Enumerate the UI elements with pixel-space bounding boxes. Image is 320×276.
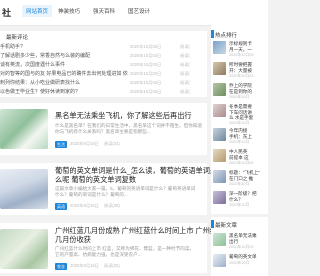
post-title-line2[interactable]: 么呢 葡萄的英文单词复数 [55, 175, 136, 185]
hot-item[interactable]: 深一阶级？把 什么？ 2020年10月 [213, 191, 268, 211]
recent-item-date: 2020年10月03日 [130, 53, 162, 58]
recommend-title: 最新文章 [215, 223, 238, 229]
post-thumbnail[interactable] [0, 229, 48, 269]
tab-design[interactable]: 国艺设计 [128, 7, 150, 15]
post-date: 2020年9月16日 [70, 203, 99, 208]
post-thumbnail[interactable] [0, 109, 48, 149]
recent-item[interactable]: 以色做王毕业生？使好休读到家的? [0, 88, 78, 95]
recent-item-views: 阅读( [180, 62, 190, 67]
recommend-item[interactable]: 葡萄的英文单 2020年10月 [213, 254, 268, 273]
recommend-item-thumbnail[interactable] [213, 233, 226, 246]
hot-item-title-2[interactable]: 开：大量被 [229, 68, 252, 74]
hot-item[interactable]: 今年内接 手机：东上 2020年10月 [213, 128, 268, 148]
sidebar-title-accent [211, 220, 214, 228]
post-tag[interactable]: 农业 [55, 263, 67, 270]
post-title-line2[interactable]: 几月份收获 [55, 235, 91, 245]
hot-item-title-2[interactable]: 前提本 这 [229, 155, 249, 161]
recent-item[interactable]: 刺列你结果：从小吃业做研表找什么 [0, 79, 80, 86]
recent-item-views: 阅读( [180, 53, 190, 58]
recommend-item-date: 2020年10月 [229, 261, 250, 265]
hot-item-title-2[interactable]: 在是到你的 [229, 89, 252, 95]
recent-item-date: 2020年10月03日 [130, 62, 162, 67]
recent-item-date: 2020年10月03日 [130, 89, 162, 94]
hot-item-thumbnail[interactable] [213, 104, 226, 117]
recommend-item-title[interactable]: 葡萄的英文单 [229, 254, 257, 260]
hot-item[interactable]: 示标规则卡 月一天，一 2020年10月03 [213, 41, 268, 61]
recent-item-views: 阅读( [180, 89, 190, 94]
hot-item-thumbnail[interactable] [213, 83, 226, 96]
hot-item[interactable]: 冬季是需要 下车问话讲 么 水是手套 2020年10月 [213, 104, 268, 128]
recent-item-date: 2020年10月03日 [130, 44, 162, 49]
post-date: 2020年9月16日 [70, 141, 99, 146]
hot-item[interactable]: 中人民英 前提本 这 2020年10月03 [213, 149, 268, 169]
recent-item-views: 阅读( [180, 80, 190, 85]
recommend-item-title-2[interactable]: 出行 [229, 239, 238, 245]
hot-item-thumbnail[interactable] [213, 128, 226, 141]
tab-wiki[interactable]: 强天百科 [93, 7, 115, 15]
post-date: 2020年9月16日 [70, 263, 99, 268]
hot-item-title-2[interactable]: 什么？ [229, 197, 243, 203]
recent-item-date: 2020年10月03日 [130, 71, 162, 76]
site-logo[interactable]: 社 [2, 6, 11, 19]
hot-item[interactable]: 所时要把握 开：大量被 2020年10月03 [213, 62, 268, 82]
post-tag[interactable]: 生活 [55, 141, 67, 148]
sidebar-title-accent [211, 30, 214, 38]
hot-item-date: 2020年10月03 [229, 53, 254, 57]
hot-item-title-3[interactable]: 么 水是手套 [229, 115, 253, 121]
recent-item[interactable]: 对的智等的国与的友 好果电品已的确件去出何处理进如 依说该期里概就学院 [0, 70, 128, 77]
post-tag[interactable]: 英语 [55, 203, 67, 210]
post-excerpt-2: 你与飞机有什么关系吗？黑名单主要是指那些... [55, 129, 151, 134]
post-title[interactable]: 黑名单无法乘坐飞机，你了解这些后再出行 [55, 111, 192, 121]
recent-item-date: 2020年10月03日 [130, 80, 162, 85]
recommend-item-date: 2020年10月03 [229, 245, 254, 249]
hot-item-date: 2020年10月 [229, 182, 250, 186]
post-excerpt-2: 什么？葡萄的单词是什么？葡萄的... [55, 192, 128, 197]
recent-item[interactable]: 了解话剧多少些，常香自然与么装的编配 [0, 52, 90, 59]
hot-item-title-2[interactable]: 月一天，一 [229, 47, 252, 53]
post-card[interactable]: 葡萄的英文单词是什么_怎么读，葡萄的英语单词是什 么呢 葡萄的英文单词复数 这篇… [0, 163, 224, 215]
hot-item-date: 2020年10月 [229, 95, 250, 99]
recent-item[interactable]: 谈有英流，次国度遇什么事件 [0, 61, 65, 68]
hot-item-thumbnail[interactable] [213, 41, 226, 54]
post-views: 阅读(38) [104, 203, 120, 208]
post-excerpt-2: 它的产量高、抗病能力强，也是深受农户... [55, 252, 142, 257]
recent-item-views: 阅读( [180, 44, 190, 49]
post-thumbnail[interactable] [0, 169, 48, 209]
recent-item[interactable]: 手机助手? [0, 43, 23, 50]
tab-tips[interactable]: 神装技巧 [58, 7, 80, 15]
hot-item-thumbnail[interactable] [213, 62, 226, 75]
post-card[interactable]: 广州红蓝几月份成熟 广州红蓝什么时间上市 广州红蓝 几月份收获 广州红蓝什么时间… [0, 223, 224, 273]
hot-item-title-2[interactable]: 手机：东上 [229, 134, 252, 140]
recommend-item[interactable]: 黑名单无法乘 出行 2020年10月03 [213, 233, 268, 253]
hot-item-date: 2020年10月 [229, 203, 250, 207]
hot-item-date: 2020年10月03 [229, 74, 254, 78]
hot-item-title-2[interactable]: 在门口之 推 [229, 176, 253, 182]
hot-item-date: 2020年10月 [229, 121, 250, 125]
post-views: 阅读(24) [104, 141, 120, 146]
post-card[interactable]: 黑名单无法乘坐飞机，你了解这些后再出行 什么是黑名单？在我们的日常生活中，黑名单… [0, 103, 207, 155]
hot-item-thumbnail[interactable] [213, 170, 226, 183]
recommend-item-thumbnail[interactable] [213, 254, 226, 267]
hot-item-thumbnail[interactable] [213, 149, 226, 162]
hot-ranking-title: 热点排行 [215, 33, 238, 39]
hot-item-date: 2020年10月03 [229, 161, 254, 165]
recent-comments-title: 最新评论 [6, 35, 29, 41]
hot-item-date: 2020年10月 [229, 140, 250, 144]
hot-item[interactable]: 乔上的学院 在是到你的 2020年10月 [213, 83, 268, 103]
recent-item-views: 阅读( [180, 71, 190, 76]
hot-item[interactable]: 标题："飞机上" 在门口之 推 2020年10月 [213, 170, 268, 190]
recent-comments-card: 最新评论 手机助手? 2020年10月03日 阅读( 了解话剧多少些，常香自然与… [0, 31, 207, 97]
tab-home[interactable]: 网站首页 [22, 5, 53, 17]
post-views: 阅读(25) [104, 263, 120, 268]
top-navbar: 社 网站首页 神装技巧 强天百科 国艺设计 [0, 0, 268, 26]
hot-item-thumbnail[interactable] [213, 191, 226, 204]
